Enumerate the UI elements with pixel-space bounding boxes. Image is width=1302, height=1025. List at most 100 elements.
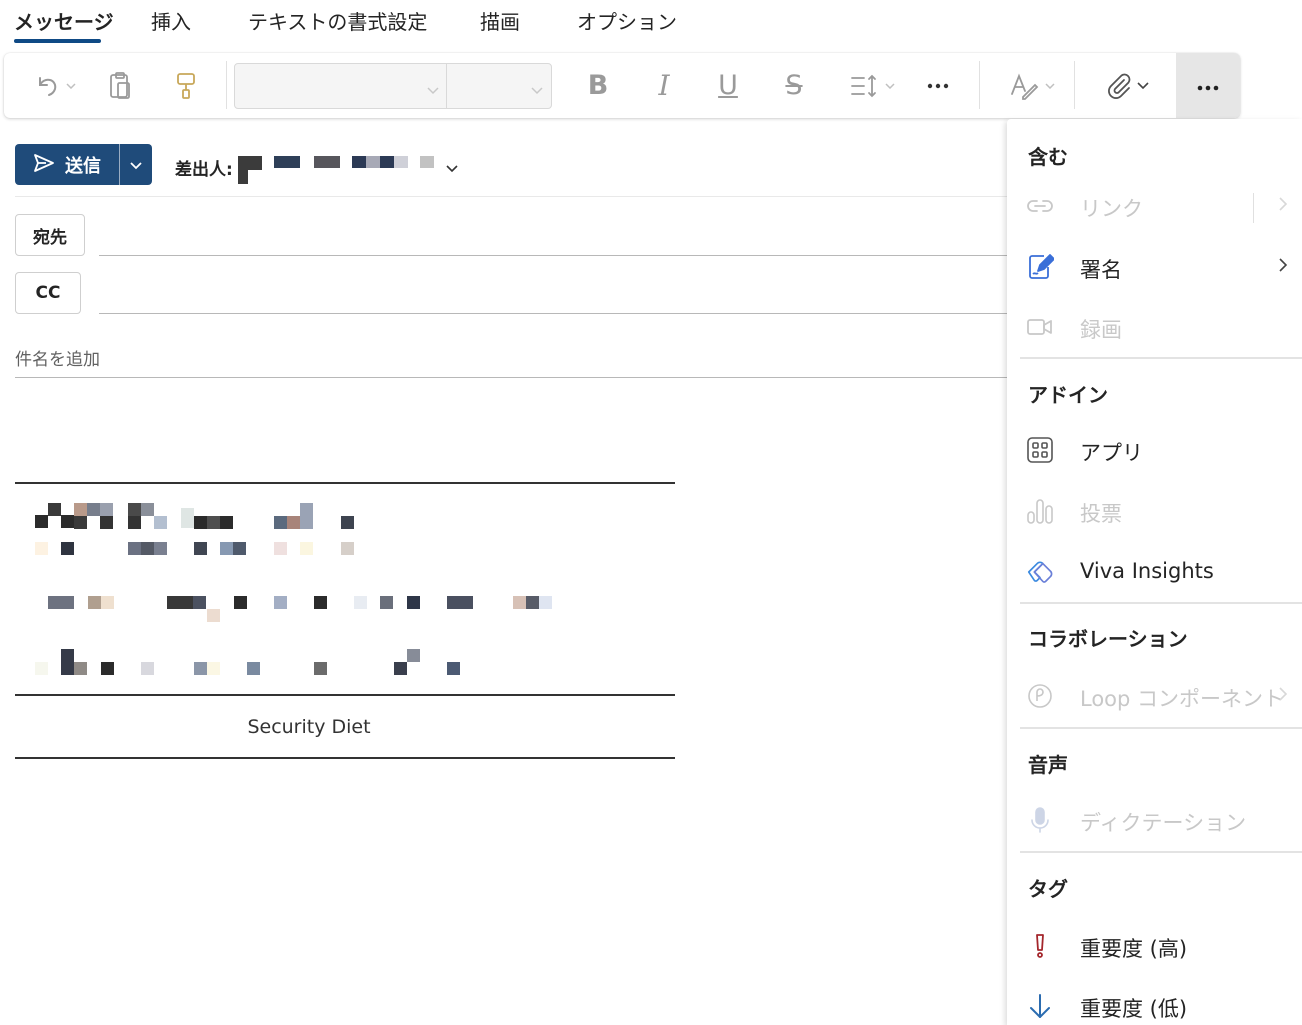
redacted-pixel	[154, 542, 167, 555]
font-selector-group	[234, 63, 552, 109]
line-spacing-button[interactable]	[840, 53, 904, 118]
redacted-pixel	[274, 596, 287, 609]
menu-item-link[interactable]: リンク	[1007, 181, 1302, 231]
menu-item-record[interactable]: 録画	[1007, 302, 1302, 352]
redacted-pixel	[207, 662, 220, 675]
tab-options[interactable]: オプション	[577, 6, 677, 35]
menu-section-voice: 音声	[1028, 753, 1068, 777]
paste-button[interactable]	[102, 53, 138, 118]
menu-item-loop-component[interactable]: Loop コンポーネント	[1007, 671, 1302, 721]
tab-format-text[interactable]: テキストの書式設定	[248, 6, 427, 35]
redacted-pixel	[354, 596, 367, 609]
menu-section-addins: アドイン	[1028, 383, 1108, 407]
menu-divider	[1020, 357, 1302, 359]
menu-item-dictation-label: ディクテーション	[1080, 811, 1247, 835]
send-icon	[33, 153, 55, 177]
menu-item-dictation[interactable]: ディクテーション	[1007, 795, 1302, 845]
redacted-pixel	[35, 662, 48, 675]
redacted-pixel	[101, 596, 114, 609]
ribbon-more-formatting-button[interactable]	[918, 53, 958, 118]
to-button[interactable]: 宛先	[15, 214, 85, 256]
redacted-pixel	[447, 662, 460, 675]
menu-item-viva-insights[interactable]: Viva Insights	[1007, 547, 1302, 597]
tab-draw[interactable]: 描画	[480, 6, 520, 35]
chevron-down-icon	[1045, 82, 1055, 89]
send-label: 送信	[65, 155, 101, 177]
styles-icon	[1009, 72, 1039, 100]
attach-file-button[interactable]	[1094, 53, 1160, 118]
menu-divider	[1020, 727, 1302, 729]
redacted-pixel	[447, 596, 473, 609]
redacted-pixel	[513, 596, 526, 609]
viva-insights-icon	[1025, 557, 1055, 587]
cc-field[interactable]	[99, 313, 1007, 314]
format-painter-button[interactable]	[168, 53, 204, 118]
redacted-pixel	[352, 156, 366, 168]
menu-item-poll[interactable]: 投票	[1007, 486, 1302, 536]
menu-section-collaboration: コラボレーション	[1028, 627, 1188, 651]
more-options-menu: 含む リンク 署名 録画 アドイン アプリ 投票 Viva Insights コ…	[1007, 119, 1302, 1025]
redacted-pixel	[141, 662, 154, 675]
more-options-button[interactable]	[1176, 53, 1240, 118]
redacted-pixel	[100, 503, 113, 516]
tab-insert[interactable]: 挿入	[151, 6, 191, 35]
redacted-pixel	[420, 156, 434, 168]
tab-message[interactable]: メッセージ	[14, 6, 114, 35]
menu-item-split-divider	[1253, 193, 1254, 223]
redacted-pixel	[314, 156, 340, 168]
redacted-pixel	[274, 156, 300, 168]
chevron-down-icon	[66, 82, 76, 89]
send-options-dropdown[interactable]	[120, 144, 152, 185]
send-button[interactable]: 送信	[15, 144, 119, 185]
redacted-pixel	[394, 662, 407, 675]
chevron-down-icon	[531, 80, 543, 99]
redacted-pixel	[394, 156, 408, 168]
redacted-pixel	[74, 503, 87, 516]
chevron-down-icon[interactable]	[446, 158, 458, 177]
redacted-pixel	[74, 662, 87, 675]
bold-icon: B	[587, 70, 609, 101]
chevron-down-icon	[130, 155, 142, 174]
menu-item-signature[interactable]: 署名	[1007, 242, 1302, 292]
redacted-pixel	[74, 516, 87, 529]
chevron-down-icon	[427, 80, 439, 99]
subject-input[interactable]: 件名を追加	[15, 345, 100, 370]
font-name-dropdown[interactable]	[235, 64, 446, 108]
menu-item-low-importance[interactable]: 重要度 (低)	[1007, 981, 1302, 1025]
redacted-pixel	[341, 516, 354, 529]
underline-button[interactable]: U	[708, 53, 748, 118]
cc-button[interactable]: CC	[15, 272, 81, 314]
redacted-pixel	[300, 503, 313, 529]
signature-top-rule	[15, 482, 675, 484]
bold-button[interactable]: B	[578, 53, 618, 118]
underline-icon: U	[718, 70, 738, 101]
redacted-pixel	[274, 516, 287, 529]
ribbon-divider	[1074, 61, 1075, 109]
redacted-pixel	[88, 596, 101, 609]
redacted-pixel	[539, 596, 552, 609]
microphone-icon	[1025, 805, 1055, 835]
redacted-pixel	[194, 662, 207, 675]
redacted-pixel	[207, 516, 220, 529]
menu-item-high-importance[interactable]: 重要度 (高)	[1007, 921, 1302, 971]
redacted-pixel	[128, 516, 141, 529]
strikethrough-button[interactable]: S	[774, 53, 814, 118]
redacted-pixel	[366, 156, 380, 168]
redacted-pixel	[233, 542, 246, 555]
styles-button[interactable]	[1000, 53, 1064, 118]
strikethrough-icon: S	[785, 70, 803, 101]
to-field[interactable]	[99, 255, 1007, 256]
italic-button[interactable]: I	[644, 53, 684, 118]
menu-item-signature-label: 署名	[1080, 258, 1122, 282]
format-painter-icon	[175, 71, 197, 101]
menu-section-include: 含む	[1028, 145, 1068, 169]
redacted-pixel	[238, 170, 248, 184]
redacted-pixel	[247, 662, 260, 675]
menu-item-apps[interactable]: アプリ	[1007, 425, 1302, 475]
from-label: 差出人:	[175, 160, 233, 180]
menu-section-tags: タグ	[1028, 877, 1068, 901]
redacted-pixel	[101, 662, 114, 675]
signature-name: Security Diet	[247, 716, 371, 738]
undo-button[interactable]	[24, 53, 86, 118]
ribbon-tabs: メッセージ 挿入 テキストの書式設定 描画 オプション	[0, 0, 1302, 48]
